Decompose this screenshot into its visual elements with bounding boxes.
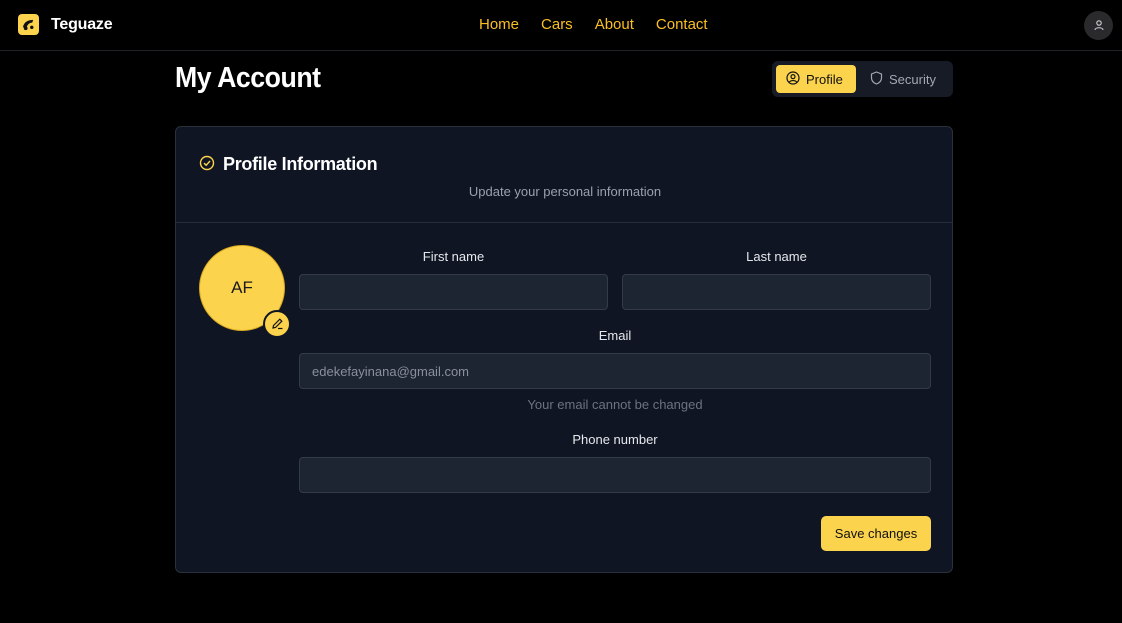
card-header: Profile Information Update your personal… — [176, 127, 952, 223]
nav-link-about[interactable]: About — [595, 16, 634, 33]
brand-name: Teguaze — [51, 15, 113, 33]
brand[interactable]: Teguaze — [18, 14, 113, 35]
email-helper-text: Your email cannot be changed — [527, 397, 703, 412]
save-changes-button[interactable]: Save changes — [821, 516, 931, 551]
profile-card: Profile Information Update your personal… — [175, 126, 953, 573]
email-field[interactable] — [299, 353, 931, 389]
user-circle-icon — [786, 70, 800, 88]
tab-profile-label: Profile — [806, 71, 843, 87]
main-nav: Home Cars About Contact — [479, 16, 708, 33]
pencil-icon — [271, 315, 284, 334]
page-title: My Account — [175, 62, 321, 94]
card-subtitle: Update your personal information — [468, 184, 662, 199]
last-name-input[interactable] — [622, 274, 931, 310]
nav-link-cars[interactable]: Cars — [541, 16, 573, 33]
phone-label: Phone number — [572, 432, 658, 447]
first-name-label: First name — [422, 249, 485, 264]
car-icon — [18, 14, 39, 35]
nav-link-contact[interactable]: Contact — [656, 16, 708, 33]
check-circle-icon — [199, 155, 215, 175]
card-title-row: Profile Information — [199, 154, 378, 175]
first-name-input[interactable] — [299, 274, 608, 310]
shield-icon — [870, 70, 883, 88]
tab-security[interactable]: Security — [860, 65, 946, 93]
tab-profile[interactable]: Profile — [776, 65, 856, 93]
user-menu-button[interactable] — [1084, 11, 1113, 40]
top-navbar: Teguaze Home Cars About Contact — [0, 0, 1122, 51]
avatar-initials: AF — [231, 278, 253, 297]
last-name-label: Last name — [746, 249, 807, 264]
card-title: Profile Information — [223, 154, 378, 174]
phone-input[interactable] — [299, 457, 931, 493]
email-label: Email — [598, 328, 632, 343]
avatar-edit-button[interactable] — [263, 310, 291, 338]
nav-link-home[interactable]: Home — [479, 16, 519, 33]
tab-security-label: Security — [889, 71, 936, 87]
account-tabs: Profile Security — [772, 61, 953, 97]
user-icon — [1093, 16, 1105, 35]
